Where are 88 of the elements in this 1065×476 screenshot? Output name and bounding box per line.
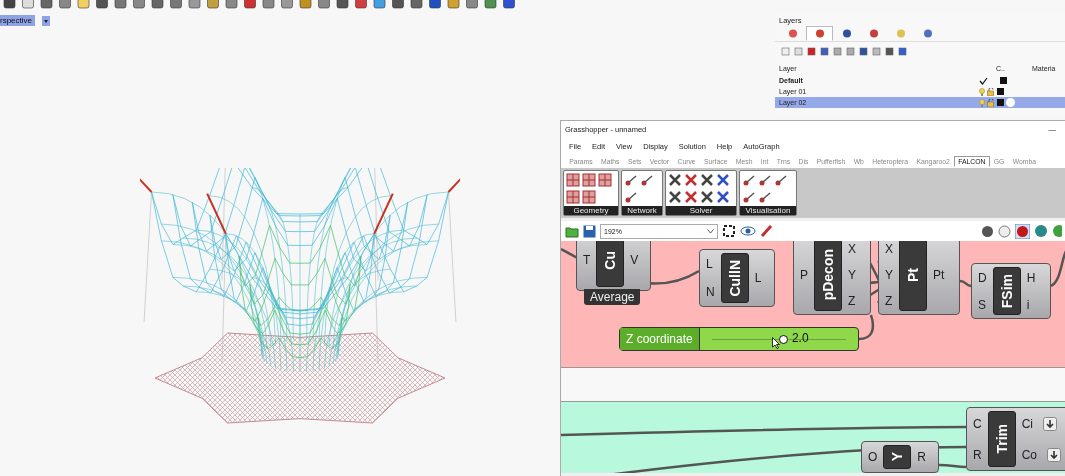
component-icon[interactable] [624, 173, 638, 187]
component-icon[interactable] [640, 173, 654, 187]
component-icon[interactable] [700, 189, 714, 204]
component-icon[interactable] [668, 173, 682, 187]
component-icon[interactable] [700, 173, 714, 187]
ribbon-group-label: Solver [666, 206, 736, 215]
component-icon[interactable] [774, 173, 788, 187]
layer-color-swatch[interactable] [997, 99, 1004, 106]
component-node[interactable]: T Cu V [576, 241, 651, 291]
output-port[interactable]: L [754, 271, 762, 285]
material-swatch[interactable] [1006, 98, 1015, 107]
component-name: pDecon [814, 241, 842, 311]
caret-icon[interactable] [707, 228, 714, 234]
check-icon [979, 76, 988, 85]
input-port[interactable]: L [706, 257, 715, 271]
number-slider[interactable]: Z coordinate 2.0 [619, 327, 859, 351]
layer-color-swatch[interactable] [1000, 77, 1007, 84]
tab-icon[interactable] [814, 29, 825, 38]
lock-icon[interactable] [987, 87, 995, 96]
component-name: Y [883, 445, 912, 469]
bulb-icon[interactable] [979, 87, 985, 96]
output-port[interactable]: R [917, 450, 926, 464]
down-arrow-icon[interactable] [1047, 447, 1061, 462]
panel-tab[interactable] [806, 26, 833, 41]
component-icon[interactable] [716, 189, 730, 204]
slider-value: 2.0 [791, 331, 809, 345]
input-port[interactable]: Y [885, 268, 893, 282]
input-port[interactable]: P [800, 268, 808, 282]
output-port[interactable]: Co [1021, 447, 1037, 462]
component-icon[interactable] [566, 189, 580, 204]
ribbon-group-label: Network [622, 206, 662, 215]
component-icon[interactable] [742, 189, 756, 204]
output-port[interactable]: X [848, 242, 857, 256]
output-port[interactable]: Pt [933, 268, 945, 282]
toolbar-icon[interactable] [1052, 224, 1062, 238]
component-name: Trim [987, 411, 1016, 467]
folder-icon[interactable] [565, 224, 579, 238]
input-port[interactable]: O [868, 450, 878, 464]
component-icon[interactable] [716, 173, 730, 187]
component-icon[interactable] [758, 173, 772, 187]
tab-icon[interactable] [787, 29, 798, 38]
ribbon-group-label: Visualisation [740, 206, 796, 215]
component-icon[interactable] [668, 189, 682, 204]
save-icon[interactable] [583, 224, 596, 238]
cursor-icon [772, 337, 780, 349]
output-port[interactable]: i [1026, 297, 1030, 312]
component-icon[interactable] [624, 189, 638, 204]
component-icon[interactable] [684, 173, 698, 187]
component-node[interactable]: X Y Z Pt Pt [878, 241, 960, 315]
component-icon[interactable] [742, 173, 756, 187]
output-port[interactable]: V [630, 253, 639, 267]
zoom-extents-icon[interactable] [722, 224, 736, 238]
tab-icon[interactable] [841, 29, 852, 38]
shaded-icon[interactable] [1015, 223, 1030, 239]
input-port[interactable]: T [583, 253, 591, 267]
component-caption: Average [584, 289, 641, 305]
toolbar-icon[interactable] [1034, 224, 1048, 238]
component-icon[interactable] [758, 189, 772, 204]
caret-icon[interactable] [42, 16, 50, 26]
output-port[interactable]: Z [848, 294, 856, 308]
input-port[interactable]: Z [885, 294, 893, 308]
preview-icon[interactable] [981, 224, 994, 238]
layer-color-swatch[interactable] [997, 88, 1004, 95]
tab-icon[interactable] [922, 29, 933, 38]
brush-icon[interactable] [760, 224, 774, 238]
slider-label: Z coordinate [620, 328, 700, 350]
input-port[interactable]: C [973, 416, 982, 431]
viewport-tab[interactable]: rspective [0, 15, 35, 26]
output-port[interactable]: H [1026, 270, 1036, 285]
down-arrow-icon[interactable] [1043, 416, 1057, 431]
input-port[interactable]: S [978, 297, 987, 312]
component-icon[interactable] [684, 189, 698, 204]
component-icon[interactable] [582, 189, 596, 204]
component-name: Cu [596, 241, 625, 287]
input-port[interactable]: N [706, 285, 715, 299]
lock-icon[interactable] [987, 98, 995, 107]
output-port[interactable]: Ci [1021, 416, 1033, 431]
component-name: CullN [720, 253, 749, 303]
input-port[interactable]: X [885, 242, 893, 256]
component-node[interactable]: O Y R [861, 441, 939, 473]
eye-icon[interactable] [740, 226, 756, 236]
input-port[interactable]: D [978, 270, 987, 285]
component-name: FSim [992, 267, 1021, 315]
tab-icon[interactable] [868, 29, 879, 38]
output-port[interactable]: Y [848, 268, 857, 282]
component-name: Pt [899, 241, 927, 311]
input-port[interactable]: R [973, 447, 982, 462]
ribbon-group-label: Geometry [564, 206, 618, 215]
